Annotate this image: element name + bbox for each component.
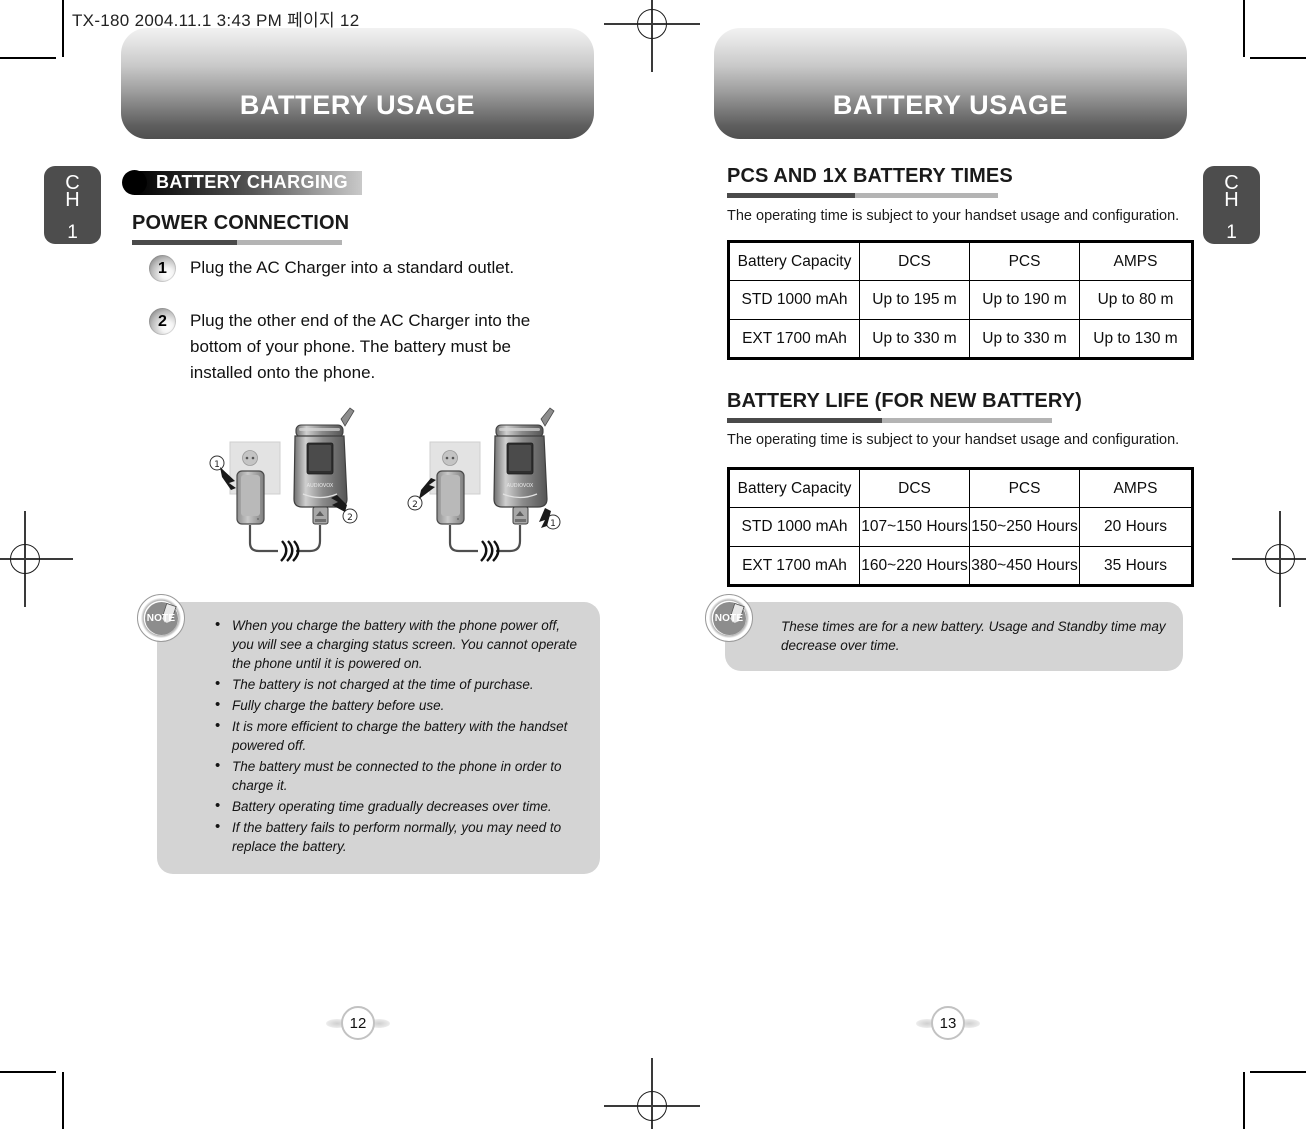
left-page-title: BATTERY USAGE bbox=[239, 90, 476, 120]
svg-text:1: 1 bbox=[214, 460, 220, 470]
svg-text:AUDIOVOX: AUDIOVOX bbox=[507, 483, 534, 489]
charger-connection-illustration: 1 AUDIOVOX 2 2 AUDIOVOX 1 bbox=[195, 395, 595, 575]
note-bullet: If the battery fails to perform normally… bbox=[213, 817, 584, 856]
left-chapter-tab: C H 1 bbox=[44, 166, 101, 244]
pcs-1x-battery-times-heading: PCS AND 1X BATTERY TIMES bbox=[727, 165, 1013, 198]
right-note-box: NOTE These times are for a new battery. … bbox=[705, 594, 1183, 671]
note-bullet: The battery must be connected to the pho… bbox=[213, 756, 584, 795]
print-sheet: TX-180 2004.11.1 3:43 PM 페이지 12 BATTERY … bbox=[0, 0, 1306, 1129]
table-header-row: Battery Capacity DCS PCS AMPS bbox=[728, 241, 1193, 281]
table-cell: 150~250 Hours bbox=[969, 507, 1080, 547]
power-connection-label: POWER CONNECTION bbox=[132, 212, 350, 234]
svg-text:1: 1 bbox=[550, 519, 556, 529]
note-text: These times are for a new battery. Usage… bbox=[781, 619, 1166, 653]
table-row: EXT 1700 mAh Up to 330 m Up to 330 m Up … bbox=[728, 319, 1193, 359]
table-cell: 35 Hours bbox=[1079, 546, 1193, 586]
svg-text:2: 2 bbox=[412, 500, 418, 510]
note-bullet: When you charge the battery with the pho… bbox=[213, 615, 584, 673]
power-connection-heading: POWER CONNECTION bbox=[132, 212, 349, 245]
step-item: 1 Plug the AC Charger into a standard ou… bbox=[149, 255, 579, 282]
table-row: STD 1000 mAh 107~150 Hours 150~250 Hours… bbox=[728, 507, 1193, 547]
table-header-cell: AMPS bbox=[1079, 241, 1193, 281]
step-text: Plug the AC Charger into a standard outl… bbox=[190, 258, 515, 277]
note-badge-label: NOTE bbox=[714, 612, 744, 624]
table-cell: Up to 130 m bbox=[1079, 319, 1193, 359]
right-page-number: 13 bbox=[916, 1006, 980, 1040]
table-cell: Up to 80 m bbox=[1079, 280, 1193, 320]
table-header-cell: PCS bbox=[969, 241, 1080, 281]
note-bullet: It is more efficient to charge the batte… bbox=[213, 716, 584, 755]
crop-mark-bottom-right-horizontal bbox=[1250, 1071, 1306, 1073]
table-cell: STD 1000 mAh bbox=[728, 280, 860, 320]
note-bullet: Fully charge the battery before use. bbox=[213, 695, 584, 715]
crop-mark-bottom-left-horizontal bbox=[0, 1071, 56, 1073]
note-bullet: Battery operating time gradually decreas… bbox=[213, 796, 584, 816]
step-number-badge: 2 bbox=[149, 308, 176, 335]
left-note-box: NOTE When you charge the battery with th… bbox=[137, 594, 600, 874]
note-bullet-list: When you charge the battery with the pho… bbox=[213, 615, 584, 856]
heading-rule bbox=[727, 193, 1013, 198]
chapter-letter-h: H bbox=[1224, 189, 1239, 211]
heading-rule bbox=[132, 240, 349, 245]
registration-mark-right bbox=[1232, 511, 1306, 607]
svg-text:AUDIOVOX: AUDIOVOX bbox=[307, 483, 334, 489]
chapter-number: 1 bbox=[67, 222, 78, 243]
battery-life-label: BATTERY LIFE (FOR NEW BATTERY) bbox=[727, 390, 1082, 412]
step-item: 2 Plug the other end of the AC Charger i… bbox=[149, 308, 569, 386]
chapter-number: 1 bbox=[1226, 222, 1237, 243]
left-page-number: 12 bbox=[326, 1006, 390, 1040]
right-page-banner: BATTERY USAGE bbox=[714, 28, 1187, 139]
left-page: BATTERY USAGE C H 1 BATTERY CHARGING POW… bbox=[44, 0, 653, 1129]
crop-mark-top-left-horizontal bbox=[0, 57, 56, 59]
note-bullet: The battery is not charged at the time o… bbox=[213, 674, 584, 694]
section-1-lead-text: The operating time is subject to your ha… bbox=[727, 208, 1180, 224]
battery-charging-bar: BATTERY CHARGING bbox=[134, 170, 363, 195]
battery-life-heading: BATTERY LIFE (FOR NEW BATTERY) bbox=[727, 390, 1082, 423]
table-header-row: Battery Capacity DCS PCS AMPS bbox=[728, 468, 1193, 508]
table-cell: 20 Hours bbox=[1079, 507, 1193, 547]
table-row: EXT 1700 mAh 160~220 Hours 380~450 Hours… bbox=[728, 546, 1193, 586]
table-header-cell: DCS bbox=[859, 241, 970, 281]
table-header-cell: DCS bbox=[859, 468, 970, 508]
table-cell: STD 1000 mAh bbox=[728, 507, 860, 547]
battery-charging-heading: BATTERY CHARGING bbox=[122, 170, 363, 195]
note-badge-icon: NOTE bbox=[137, 594, 185, 642]
battery-charging-label: BATTERY CHARGING bbox=[156, 172, 349, 192]
section-2-lead-text: The operating time is subject to your ha… bbox=[727, 432, 1180, 448]
table-header-cell: Battery Capacity bbox=[728, 468, 860, 508]
right-page: BATTERY USAGE C H 1 PCS AND 1X BATTERY T… bbox=[653, 0, 1260, 1129]
svg-text:2: 2 bbox=[347, 513, 353, 523]
step-text: Plug the other end of the AC Charger int… bbox=[190, 311, 531, 382]
registration-mark-left bbox=[0, 511, 73, 607]
table-cell: Up to 330 m bbox=[859, 319, 970, 359]
page-number-value: 12 bbox=[341, 1006, 375, 1040]
table-cell: 380~450 Hours bbox=[969, 546, 1080, 586]
table-header-cell: Battery Capacity bbox=[728, 241, 860, 281]
right-page-title: BATTERY USAGE bbox=[832, 90, 1069, 120]
left-page-banner: BATTERY USAGE bbox=[121, 28, 594, 139]
pcs-1x-battery-times-table: Battery Capacity DCS PCS AMPS STD 1000 m… bbox=[727, 240, 1194, 360]
table-cell: Up to 190 m bbox=[969, 280, 1080, 320]
step-number-badge: 1 bbox=[149, 255, 176, 282]
heading-rule bbox=[727, 418, 1082, 423]
bullet-dot-icon bbox=[122, 170, 147, 195]
charger-illustration-svg: 1 AUDIOVOX 2 2 AUDIOVOX 1 bbox=[209, 407, 561, 562]
chapter-letter-h: H bbox=[65, 189, 80, 211]
table-cell: 107~150 Hours bbox=[859, 507, 970, 547]
table-row: STD 1000 mAh Up to 195 m Up to 190 m Up … bbox=[728, 280, 1193, 320]
pcs-1x-battery-times-label: PCS AND 1X BATTERY TIMES bbox=[727, 165, 1013, 187]
table-cell: 160~220 Hours bbox=[859, 546, 970, 586]
crop-mark-top-right-horizontal bbox=[1250, 57, 1306, 59]
table-cell: Up to 195 m bbox=[859, 280, 970, 320]
table-cell: Up to 330 m bbox=[969, 319, 1080, 359]
page-number-value: 13 bbox=[931, 1006, 965, 1040]
table-header-cell: PCS bbox=[969, 468, 1080, 508]
right-chapter-tab: C H 1 bbox=[1203, 166, 1260, 244]
table-cell: EXT 1700 mAh bbox=[728, 546, 860, 586]
note-badge-label: NOTE bbox=[146, 612, 176, 624]
note-badge-icon: NOTE bbox=[705, 594, 753, 642]
battery-life-table: Battery Capacity DCS PCS AMPS STD 1000 m… bbox=[727, 467, 1194, 587]
table-header-cell: AMPS bbox=[1079, 468, 1193, 508]
table-cell: EXT 1700 mAh bbox=[728, 319, 860, 359]
